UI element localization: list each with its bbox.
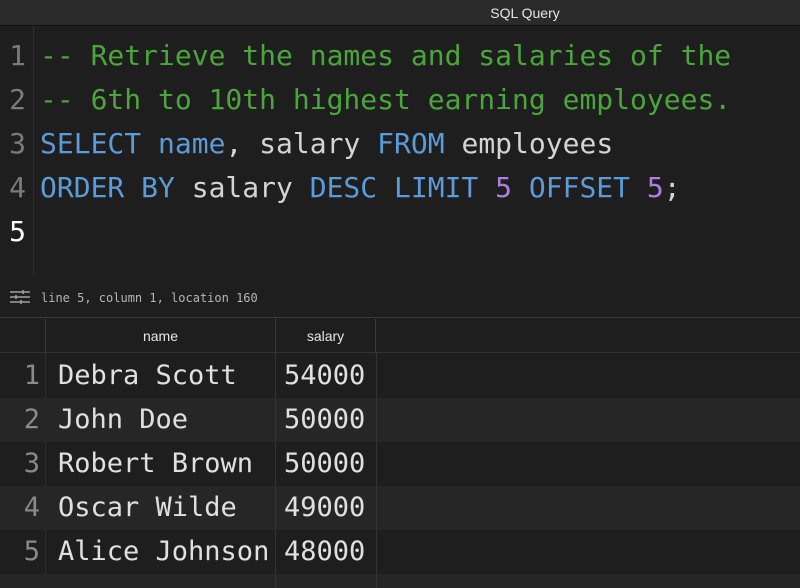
table-row[interactable]: 2 John Doe 50000 <box>0 398 800 442</box>
table-row[interactable]: 4 Oscar Wilde 49000 <box>0 486 800 530</box>
table-row[interactable]: 1 Debra Scott 54000 <box>0 354 800 398</box>
code-token: salary <box>174 171 310 204</box>
row-number: 2 <box>23 404 40 435</box>
code-token: employees <box>444 127 614 160</box>
header-rownum-cell <box>0 319 46 353</box>
cell-salary[interactable]: 49000 <box>284 486 365 530</box>
line-number: 5 <box>9 215 26 248</box>
code-token: SELECT <box>40 127 142 160</box>
title-bar: SQL Query <box>0 0 800 26</box>
code-line[interactable]: 3 SELECT name, salary FROM employees <box>0 122 800 166</box>
column-divider <box>275 353 276 588</box>
code-token: 5 <box>495 171 513 204</box>
cell-name[interactable]: Debra Scott <box>58 354 237 398</box>
code-text: -- Retrieve the names and salaries of th… <box>40 34 731 78</box>
row-number: 4 <box>23 492 40 523</box>
cell-salary[interactable]: 50000 <box>284 442 365 486</box>
code-token: , salary <box>225 127 378 160</box>
line-number: 2 <box>9 83 26 116</box>
code-line[interactable]: 5 <box>0 210 800 254</box>
window-title: SQL Query <box>490 5 560 21</box>
cell-salary[interactable]: 50000 <box>284 398 365 442</box>
status-bar: line 5, column 1, location 160 <box>0 276 800 318</box>
code-token: ; <box>663 171 681 204</box>
column-divider <box>376 353 377 588</box>
code-token: -- 6th to 10th highest earning employees… <box>40 83 732 116</box>
code-line[interactable]: 1 -- Retrieve the names and salaries of t… <box>0 34 800 78</box>
cursor-location-text: line 5, column 1, location 160 <box>41 291 258 305</box>
code-text: ORDER BY salary DESC LIMIT 5 OFFSET 5; <box>40 166 681 210</box>
code-token: FROM <box>377 127 445 160</box>
cell-name[interactable]: Robert Brown <box>58 442 253 486</box>
line-number: 4 <box>9 171 26 204</box>
code-token: ORDER BY <box>40 171 175 204</box>
table-row[interactable]: 5 Alice Johnson 48000 <box>0 530 800 574</box>
results-header: name salary <box>0 319 800 353</box>
code-token: name <box>158 127 226 160</box>
code-token: DESC LIMIT <box>309 171 479 204</box>
cell-name[interactable]: John Doe <box>58 398 188 442</box>
code-token: OFFSET <box>528 171 631 204</box>
code-line[interactable]: 4 ORDER BY salary DESC LIMIT 5 OFFSET 5; <box>0 166 800 210</box>
sql-editor[interactable]: 1 -- Retrieve the names and salaries of t… <box>0 26 800 276</box>
results-table[interactable]: name salary 1 Debra Scott 54000 2 John Doe 50… <box>0 319 800 588</box>
code-token: 5 <box>646 171 664 204</box>
cell-salary[interactable]: 54000 <box>284 354 365 398</box>
code-text: -- 6th to 10th highest earning employees… <box>40 78 731 122</box>
code-text: SELECT name, salary FROM employees <box>40 122 613 166</box>
row-number: 3 <box>23 448 40 479</box>
code-line[interactable]: 2 -- 6th to 10th highest earning employee… <box>0 78 800 122</box>
code-token: -- Retrieve the names and salaries of th… <box>40 39 732 72</box>
row-number: 5 <box>23 536 40 567</box>
line-number: 3 <box>9 127 26 160</box>
cell-name[interactable]: Alice Johnson <box>58 530 269 574</box>
line-number: 1 <box>9 39 26 72</box>
table-row[interactable]: 3 Robert Brown 50000 <box>0 442 800 486</box>
settings-sliders-icon[interactable] <box>10 290 30 304</box>
cell-salary[interactable]: 48000 <box>284 530 365 574</box>
empty-row <box>0 574 800 588</box>
column-header-name[interactable]: name <box>46 319 276 353</box>
cell-name[interactable]: Oscar Wilde <box>58 486 237 530</box>
column-header-salary[interactable]: salary <box>276 319 376 353</box>
row-number: 1 <box>23 360 40 391</box>
